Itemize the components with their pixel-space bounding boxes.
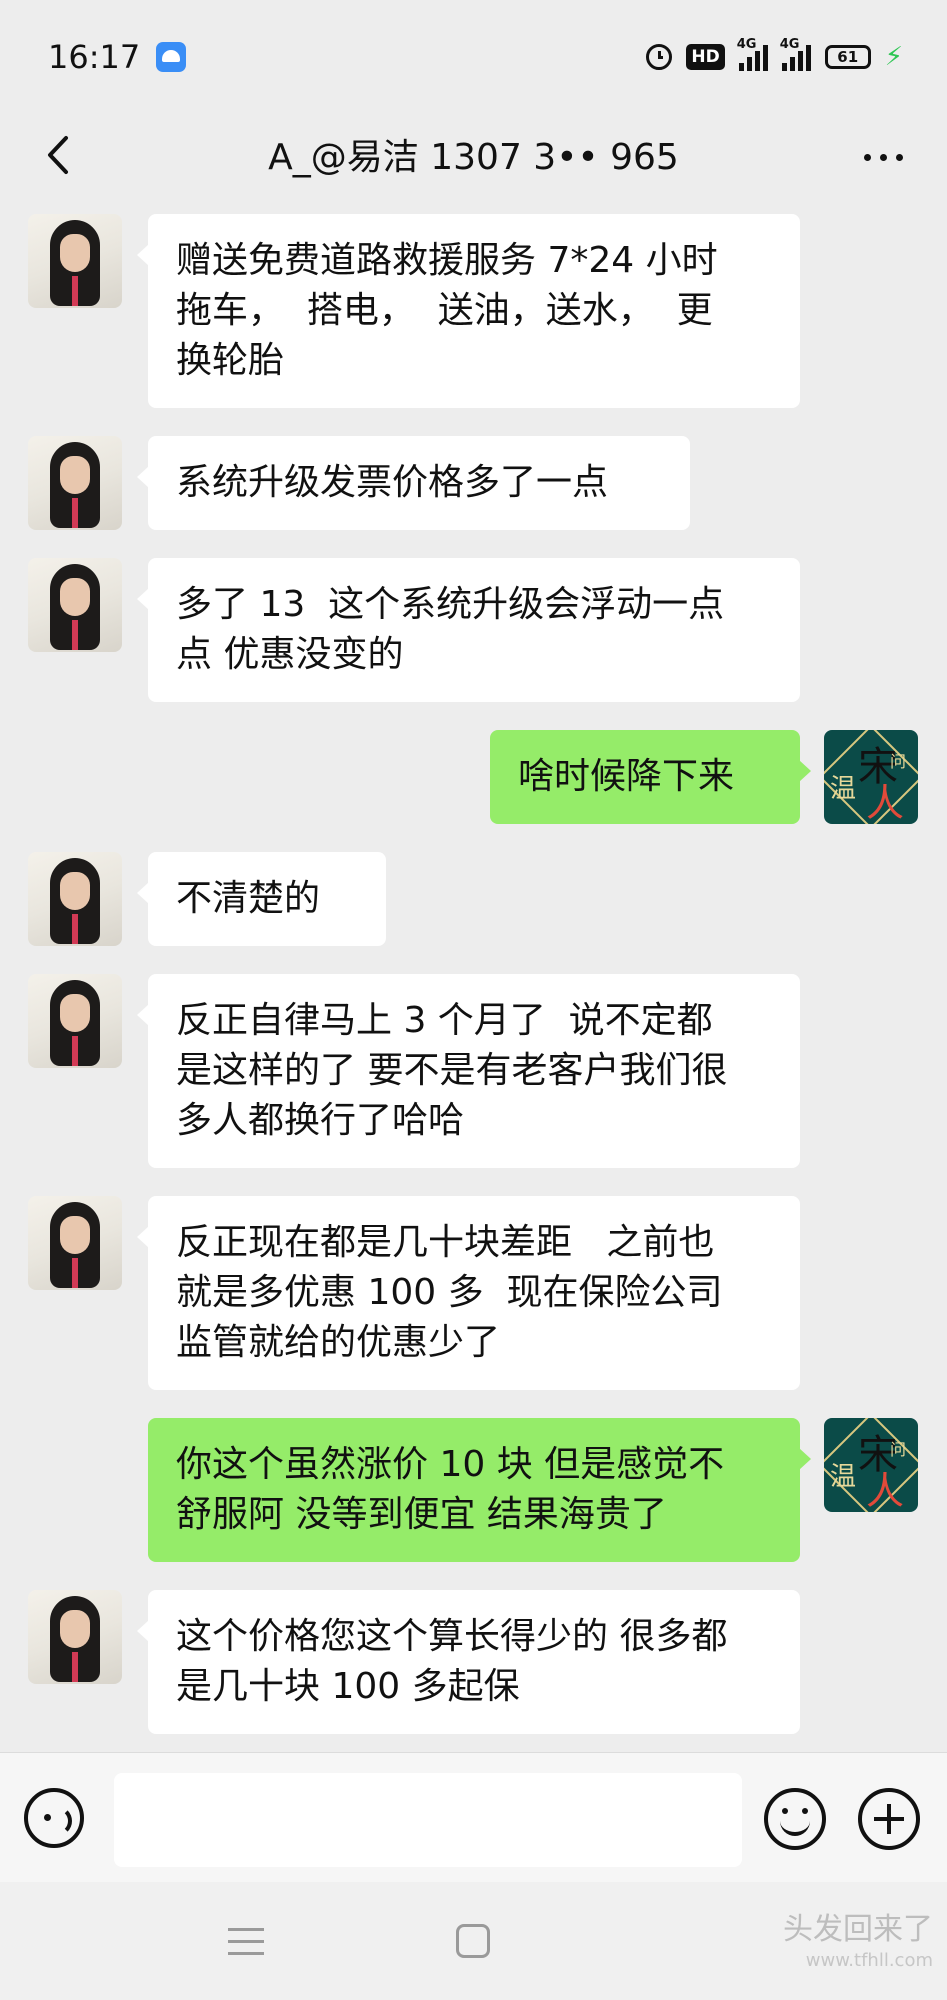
alarm-icon	[646, 44, 673, 70]
signal-icon-1: 4G	[737, 37, 768, 71]
android-icon	[156, 42, 186, 72]
charging-icon: ⚡	[884, 42, 903, 72]
self-avatar[interactable]: 宋 温 人 问	[824, 730, 918, 824]
system-navigation-bar: 头发回来了 www.tfhll.com	[0, 1882, 947, 2000]
message-input[interactable]	[114, 1773, 742, 1867]
message-bubble-outgoing[interactable]: 啥时候降下来	[490, 730, 811, 824]
hd-icon: HD	[686, 44, 725, 70]
contact-avatar[interactable]	[28, 214, 122, 308]
home-nav-icon[interactable]	[456, 1924, 490, 1958]
message-bubble-incoming[interactable]: 反正现在都是几十块差距 之前也 就是多优惠 100 多 现在保险公司 监管就给的…	[137, 1196, 800, 1390]
message-bubble-incoming[interactable]: 不清楚的	[137, 852, 386, 946]
chat-header: A_@易洁 1307 3•• 965	[0, 112, 947, 202]
message-bubble-incoming[interactable]: 赠送免费道路救援服务 7*24 小时 拖车， 搭电， 送油，送水， 更 换轮胎	[137, 214, 800, 408]
message-bubble-incoming[interactable]: 系统升级发票价格多了一点	[137, 436, 690, 530]
chat-title: A_@易洁 1307 3•• 965	[268, 137, 679, 178]
status-icons: HD 4G 4G 61 ⚡	[646, 37, 903, 74]
contact-avatar[interactable]	[28, 436, 122, 530]
more-actions-plus-icon[interactable]	[858, 1788, 920, 1850]
message-bubble-incoming[interactable]: 多了 13 这个系统升级会浮动一点 点 优惠没变的	[137, 558, 800, 702]
battery-icon: 61	[824, 45, 871, 69]
network-label-1: 4G	[736, 37, 757, 52]
message-input-bar	[0, 1752, 947, 1883]
status-bar: 16:17 HD 4G 4G 61 ⚡	[0, 0, 947, 112]
more-options-icon[interactable]	[864, 154, 903, 161]
menu-nav-icon[interactable]	[228, 1928, 264, 1964]
voice-input-icon[interactable]	[24, 1788, 84, 1848]
status-time: 16:17	[48, 38, 141, 76]
self-avatar[interactable]: 宋 温 人 问	[824, 1418, 918, 1512]
message-bubble-incoming[interactable]: 反正自律马上 3 个月了 说不定都 是这样的了 要不是有老客户我们很 多人都换行…	[137, 974, 800, 1168]
signal-icon-2: 4G	[780, 37, 811, 71]
contact-avatar[interactable]	[28, 1196, 122, 1290]
watermark-text: 头发回来了	[783, 1912, 933, 1947]
contact-avatar[interactable]	[28, 852, 122, 946]
network-label-2: 4G	[779, 37, 800, 52]
contact-avatar[interactable]	[28, 974, 122, 1068]
contact-avatar[interactable]	[28, 558, 122, 652]
message-bubble-incoming[interactable]: 这个价格您这个算长得少的 很多都 是几十块 100 多起保	[137, 1590, 800, 1734]
contact-avatar[interactable]	[28, 1590, 122, 1684]
watermark-url: www.tfhll.com	[805, 1950, 933, 1971]
message-bubble-outgoing[interactable]: 你这个虽然涨价 10 块 但是感觉不 舒服阿 没等到便宜 结果海贵了	[148, 1418, 811, 1562]
emoji-icon[interactable]	[764, 1788, 826, 1850]
